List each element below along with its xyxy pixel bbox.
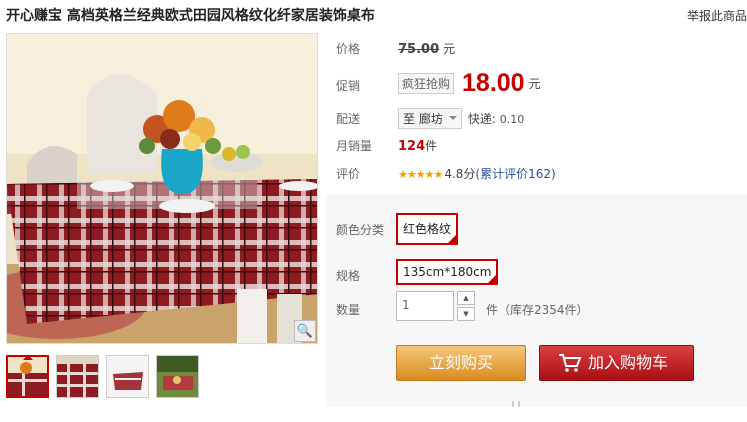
- shipping-label: 配送: [336, 112, 361, 126]
- thumbnail-2[interactable]: [56, 355, 99, 398]
- promo-label: 促销: [336, 79, 361, 93]
- original-price-wrap: 75.00 元: [398, 40, 455, 57]
- rating-score: 4.8分: [444, 167, 476, 181]
- color-label: 颜色分类: [336, 223, 385, 237]
- express-fee-value: 0.10: [499, 113, 525, 126]
- thumbnail-3[interactable]: [106, 355, 149, 398]
- quantity-label: 数量: [336, 303, 361, 317]
- add-to-cart-label: 加入购物车: [588, 353, 669, 372]
- quantity-input[interactable]: 1: [396, 291, 454, 321]
- buy-now-button[interactable]: 立刻购买: [396, 345, 526, 381]
- main-product-image[interactable]: 🔍: [6, 33, 318, 344]
- dropdown-arrow-icon: [448, 116, 457, 124]
- reviews-link[interactable]: (累计评价162): [475, 167, 555, 181]
- promo-tag: 疯狂抢购: [398, 73, 455, 94]
- color-option-selected[interactable]: 红色格纹: [396, 213, 459, 245]
- tablecloth-photo: [7, 34, 317, 343]
- quantity-increase-icon[interactable]: ▲: [457, 291, 475, 305]
- product-title: 开心赚宝 高档英格兰经典欧式田园风格纹化纤家居装饰桌布: [6, 8, 375, 24]
- rating-stars-icon: ★★★★★: [398, 168, 443, 181]
- express-label: 快递:: [467, 112, 496, 126]
- divider-mark: [512, 401, 520, 407]
- promo-unit: 元: [528, 77, 541, 91]
- cart-icon: [559, 354, 582, 372]
- sales-unit: 件: [425, 139, 438, 153]
- express-fee: 快递: 0.10: [468, 112, 524, 126]
- shipping-value: 至 廊坊 快递: 0.10: [398, 108, 524, 129]
- sales-value: 124件: [398, 137, 437, 154]
- quantity-decrease-icon[interactable]: ▼: [457, 307, 475, 321]
- promo-value: 疯狂抢购 18.00 元: [398, 69, 541, 98]
- spec-label: 规格: [336, 269, 361, 283]
- sku-options-panel: 颜色分类 红色格纹 规格 135cm*180cm 数量 1 ▲ ▼ 件（库存23…: [326, 195, 747, 407]
- magnifier-icon[interactable]: 🔍: [294, 320, 316, 342]
- sales-count: 124: [398, 139, 426, 154]
- report-product-link[interactable]: 举报此商品: [687, 7, 747, 24]
- spec-option-selected[interactable]: 135cm*180cm: [396, 259, 499, 285]
- thumbnail-strip: [6, 355, 199, 398]
- original-price: 75.00: [398, 42, 440, 57]
- rating-value: ★★★★★ 4.8分(累计评价162): [398, 165, 556, 182]
- sales-label: 月销量: [336, 139, 373, 153]
- rating-label: 评价: [336, 167, 361, 181]
- add-to-cart-button[interactable]: 加入购物车: [539, 345, 694, 381]
- thumbnail-4[interactable]: [156, 355, 199, 398]
- thumbnail-1[interactable]: [6, 355, 49, 398]
- promo-price: 18.00: [462, 69, 525, 97]
- destination-select[interactable]: 至 廊坊: [398, 108, 462, 129]
- price-label: 价格: [336, 42, 361, 56]
- price-unit: 元: [443, 42, 456, 56]
- destination-text: 至 廊坊: [403, 112, 443, 126]
- stock-text: 件（库存2354件）: [486, 303, 589, 317]
